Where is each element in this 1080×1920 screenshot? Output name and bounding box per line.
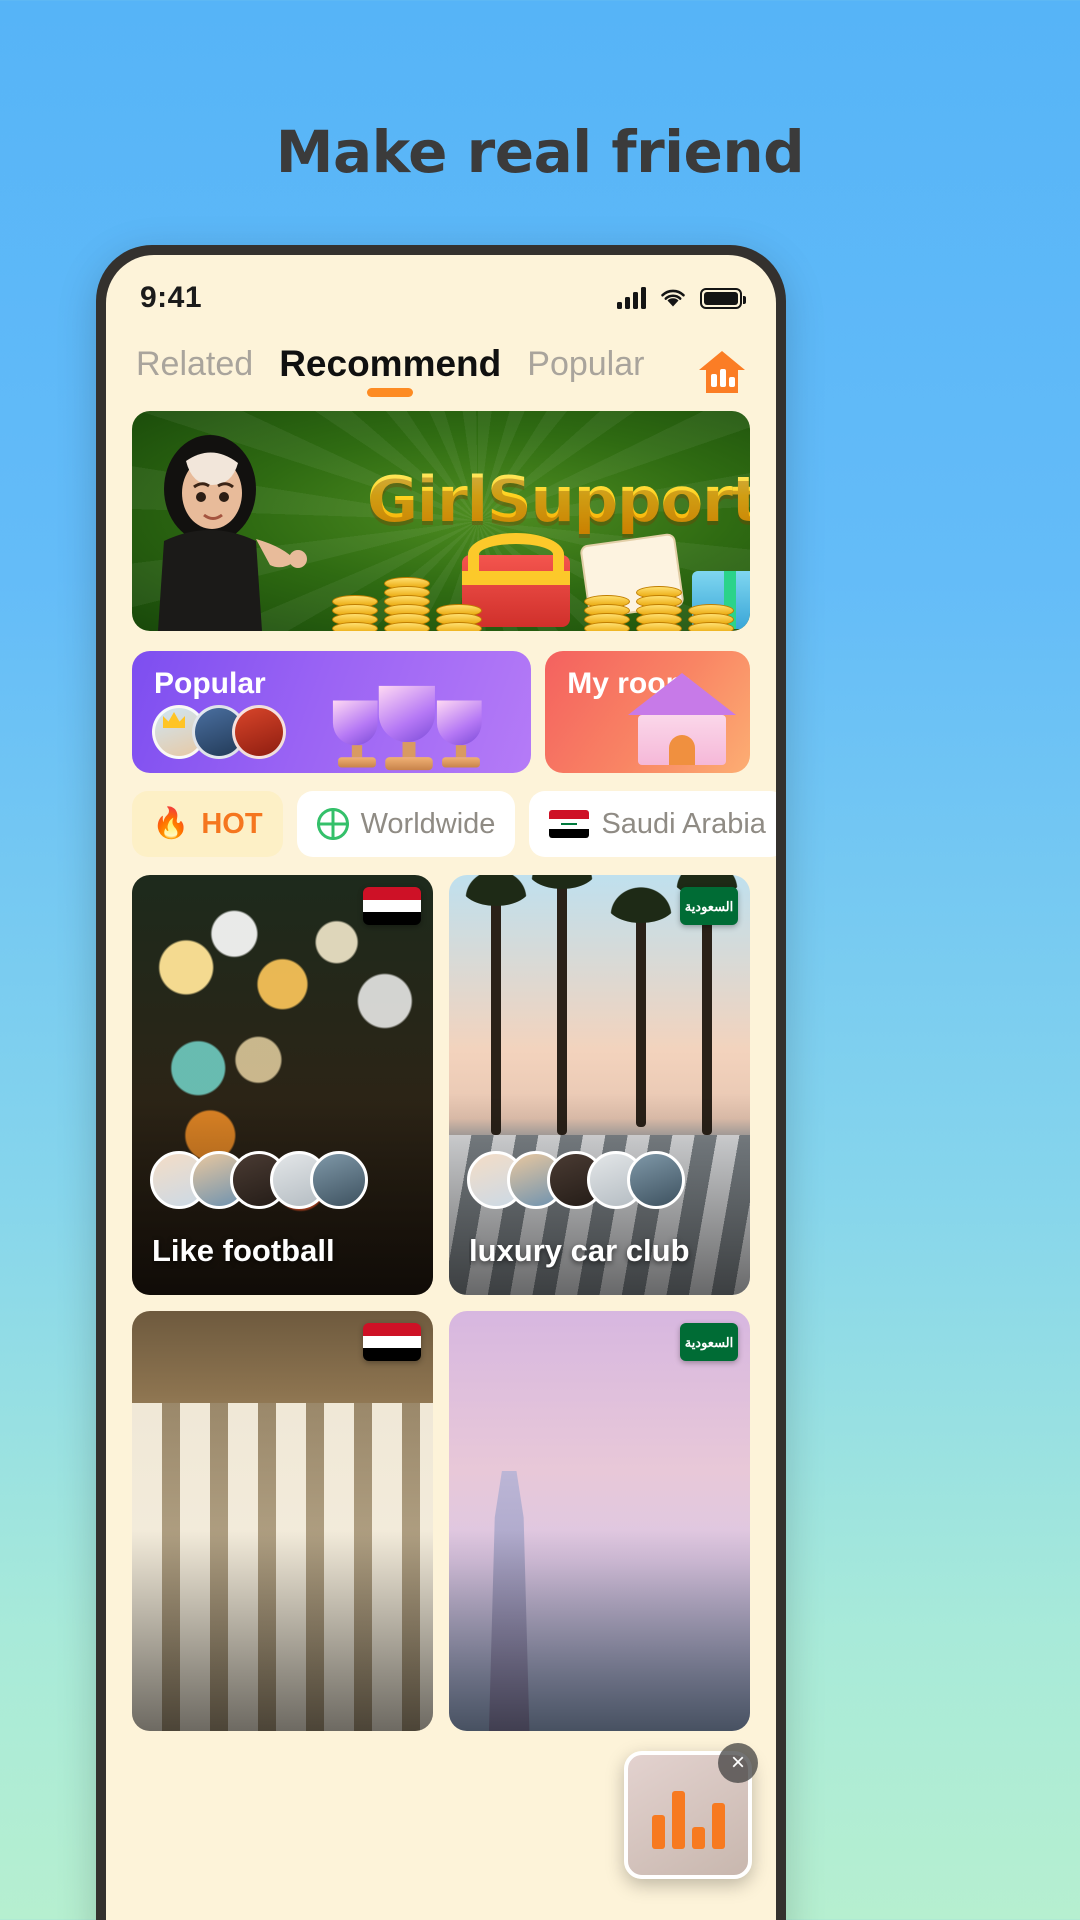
flag-egypt-icon bbox=[363, 1323, 421, 1361]
status-bar: 9:41 bbox=[106, 255, 776, 327]
tab-related[interactable]: Related bbox=[136, 345, 253, 400]
chip-label: Worldwide bbox=[360, 807, 496, 840]
phone-screen: 9:41 Related Recommend Popular GirlSuppo… bbox=[106, 255, 776, 1920]
avatar bbox=[232, 705, 286, 759]
room-card[interactable] bbox=[132, 1311, 433, 1731]
close-icon[interactable]: × bbox=[718, 1743, 758, 1783]
promo-banner[interactable]: GirlSupport bbox=[132, 411, 750, 631]
flag-saudi-icon: السعودية bbox=[680, 887, 738, 925]
room-overlay bbox=[449, 875, 750, 1295]
room-title: Like football bbox=[152, 1233, 335, 1268]
tab-popular[interactable]: Popular bbox=[527, 345, 644, 400]
room-card[interactable]: Like football bbox=[132, 875, 433, 1295]
status-icons bbox=[617, 287, 746, 309]
banner-title: GirlSupport bbox=[367, 463, 750, 536]
wifi-icon bbox=[659, 287, 687, 309]
tab-label: Popular bbox=[527, 344, 645, 383]
battery-full-icon bbox=[700, 287, 746, 309]
tab-label: Recommend bbox=[279, 343, 502, 384]
filter-chips-row: 🔥 HOT Worldwide Saudi Arabia bbox=[132, 791, 776, 857]
signal-bars-icon bbox=[617, 287, 646, 309]
promo-avatar-group bbox=[152, 705, 286, 759]
flag-egypt-icon bbox=[363, 887, 421, 925]
room-overlay bbox=[132, 875, 433, 1295]
chip-label: Saudi Arabia bbox=[601, 807, 766, 840]
status-time: 9:41 bbox=[140, 281, 203, 314]
room-card[interactable]: السعودية bbox=[449, 1311, 750, 1731]
flag-label: السعودية bbox=[684, 1334, 734, 1350]
promo-card-popular[interactable]: Popular bbox=[132, 651, 532, 773]
crown-icon bbox=[163, 712, 185, 728]
globe-icon bbox=[316, 808, 349, 840]
flag-label: السعودية bbox=[684, 898, 734, 914]
floating-equalizer-widget[interactable]: × bbox=[624, 1743, 758, 1879]
chip-label: HOT bbox=[201, 807, 263, 840]
promo-cards-row: Popular My room bbox=[132, 651, 750, 773]
tab-label: Related bbox=[136, 344, 254, 383]
room-overlay bbox=[132, 1311, 433, 1731]
room-title: luxury car club bbox=[469, 1233, 690, 1268]
avatar bbox=[627, 1151, 685, 1209]
trophy-decoration bbox=[323, 663, 513, 773]
phone-mockup: 9:41 Related Recommend Popular GirlSuppo… bbox=[96, 245, 786, 1920]
promo-card-my-room[interactable]: My room bbox=[545, 651, 750, 773]
house-icon bbox=[628, 673, 736, 765]
room-card[interactable]: السعودية luxury car club bbox=[449, 875, 750, 1295]
room-grid: Like football السعودية luxury car club ا… bbox=[132, 875, 750, 1731]
flag-iraq-icon bbox=[549, 810, 590, 838]
room-overlay bbox=[449, 1311, 750, 1731]
chip-hot[interactable]: 🔥 HOT bbox=[132, 791, 283, 857]
avatar bbox=[310, 1151, 368, 1209]
page-title: Make real friend bbox=[275, 118, 805, 186]
tab-recommend[interactable]: Recommend bbox=[279, 343, 501, 401]
room-avatar-group bbox=[467, 1151, 685, 1209]
fire-icon: 🔥 bbox=[152, 807, 190, 840]
chip-worldwide[interactable]: Worldwide bbox=[296, 791, 516, 857]
room-avatar-group bbox=[150, 1151, 368, 1209]
promo-card-title: Popular bbox=[154, 667, 266, 700]
banner-coins-decoration bbox=[132, 551, 750, 631]
home-icon[interactable] bbox=[696, 347, 748, 397]
tab-bar: Related Recommend Popular bbox=[106, 327, 776, 401]
chip-saudi-arabia[interactable]: Saudi Arabia bbox=[529, 791, 776, 857]
flag-saudi-icon: السعودية bbox=[680, 1323, 738, 1361]
